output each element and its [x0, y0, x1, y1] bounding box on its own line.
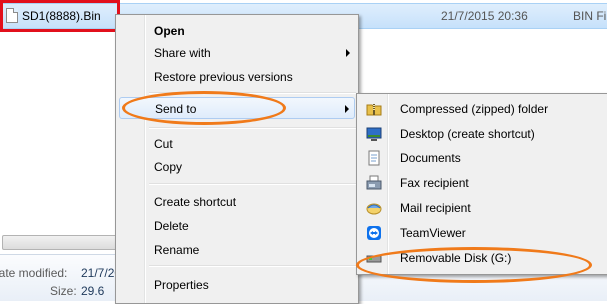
menu-item-properties-label: Properties: [154, 278, 209, 292]
send-to-label: Documents: [400, 151, 461, 165]
menu-item-cut-label: Cut: [154, 137, 173, 151]
send-to-label: Mail recipient: [400, 201, 471, 215]
menu-item-restore-label: Restore previous versions: [154, 70, 293, 84]
send-to-mail-recipient[interactable]: Mail recipient: [360, 196, 607, 220]
desktop-icon: [366, 127, 382, 141]
menu-item-copy-label: Copy: [154, 160, 183, 174]
menu-item-create-shortcut-label: Create shortcut: [154, 195, 237, 209]
menu-item-rename-label: Rename: [154, 243, 200, 257]
file-highlight-annotation: [0, 0, 120, 32]
mail-icon: [366, 203, 382, 215]
menu-item-delete-label: Delete: [154, 219, 189, 233]
send-to-label: TeamViewer: [400, 226, 466, 240]
send-to-compressed-folder[interactable]: Compressed (zipped) folder: [360, 97, 607, 121]
send-to-documents[interactable]: Documents: [360, 146, 607, 170]
zip-folder-icon: [366, 104, 382, 116]
send-to-fax-recipient[interactable]: Fax recipient: [360, 171, 607, 195]
menu-item-delete[interactable]: Delete: [119, 215, 355, 237]
removable-disk-highlight-annotation: [356, 247, 592, 283]
menu-item-share-with-label: Share with: [154, 46, 211, 60]
submenu-arrow-icon: [346, 49, 350, 57]
documents-icon: [368, 150, 380, 166]
menu-item-cut[interactable]: Cut: [119, 133, 355, 155]
menu-item-open-label: Open: [154, 24, 185, 38]
size-value: 29.6: [81, 284, 105, 298]
size-label: Size:: [50, 284, 77, 298]
date-modified-label: Date modified:: [0, 266, 68, 280]
horizontal-scrollbar[interactable]: [2, 235, 122, 250]
send-to-highlight-annotation: [122, 91, 286, 125]
menu-item-copy[interactable]: Copy: [119, 156, 355, 178]
menu-item-properties[interactable]: Properties: [119, 274, 355, 296]
menu-separator: [149, 127, 356, 129]
send-to-label: Compressed (zipped) folder: [400, 102, 549, 116]
menu-item-rename[interactable]: Rename: [119, 239, 355, 261]
send-to-label: Desktop (create shortcut): [400, 127, 535, 141]
menu-separator: [149, 265, 356, 267]
menu-item-restore-previous-versions[interactable]: Restore previous versions: [119, 66, 355, 88]
send-to-desktop[interactable]: Desktop (create shortcut): [360, 122, 607, 146]
menu-item-create-shortcut[interactable]: Create shortcut: [119, 191, 355, 213]
context-menu: Open Share with Restore previous version…: [115, 14, 359, 304]
menu-separator: [149, 183, 356, 185]
menu-item-open[interactable]: Open: [119, 20, 355, 42]
send-to-teamviewer[interactable]: TeamViewer: [360, 221, 607, 245]
menu-item-share-with[interactable]: Share with: [119, 42, 355, 64]
teamviewer-icon: [367, 226, 381, 240]
send-to-label: Fax recipient: [400, 176, 469, 190]
fax-icon: [366, 175, 382, 190]
file-date-modified: 21/7/2015 20:36: [441, 9, 528, 23]
submenu-arrow-icon: [345, 105, 349, 113]
file-type: BIN File: [573, 9, 607, 23]
